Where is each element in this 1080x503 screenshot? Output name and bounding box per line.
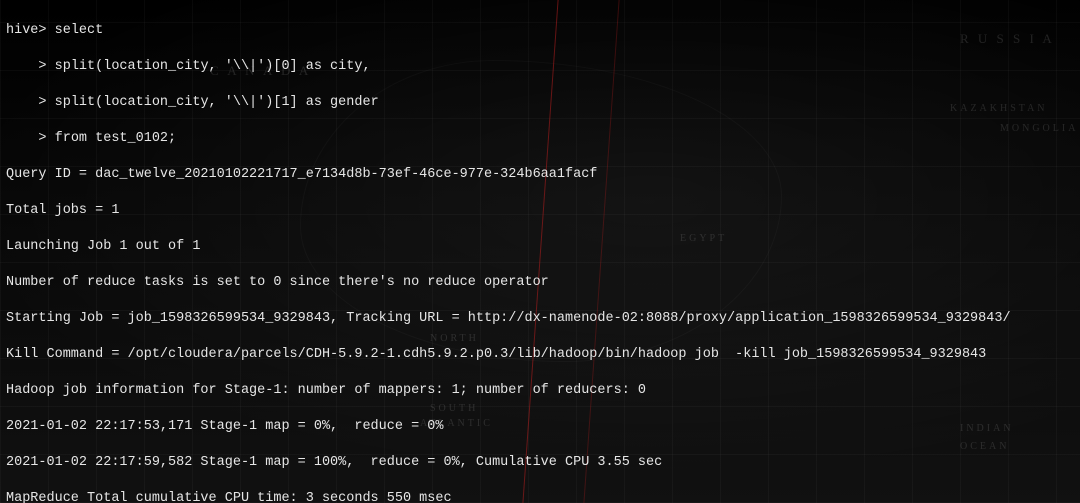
log-kill-command: Kill Command = /opt/cloudera/parcels/CDH… (6, 346, 1074, 364)
sql-text: split(location_city, '\\|')[0] as city, (47, 59, 371, 74)
log-mr-total: MapReduce Total cumulative CPU time: 3 s… (6, 490, 1074, 503)
sql-line-2: > split(location_city, '\\|')[0] as city… (6, 58, 1074, 76)
log-launching: Launching Job 1 out of 1 (6, 238, 1074, 256)
log-starting-job: Starting Job = job_1598326599534_9329843… (6, 310, 1074, 328)
log-total-jobs: Total jobs = 1 (6, 202, 1074, 220)
sql-text: select (47, 23, 104, 38)
sql-line-1: hive> select (6, 22, 1074, 40)
prompt: hive> (6, 23, 47, 38)
sql-line-4: > from test_0102; (6, 130, 1074, 148)
sql-text: split(location_city, '\\|')[1] as gender (47, 95, 379, 110)
log-query-id: Query ID = dac_twelve_20210102221717_e71… (6, 166, 1074, 184)
cont-prompt: > (6, 131, 47, 146)
sql-text: from test_0102; (47, 131, 177, 146)
log-progress-2: 2021-01-02 22:17:59,582 Stage-1 map = 10… (6, 454, 1074, 472)
cont-prompt: > (6, 95, 47, 110)
cont-prompt: > (6, 59, 47, 74)
terminal[interactable]: hive> select > split(location_city, '\\|… (0, 0, 1080, 503)
log-hadoop-info: Hadoop job information for Stage-1: numb… (6, 382, 1074, 400)
sql-line-3: > split(location_city, '\\|')[1] as gend… (6, 94, 1074, 112)
log-reduce-zero: Number of reduce tasks is set to 0 since… (6, 274, 1074, 292)
log-progress-1: 2021-01-02 22:17:53,171 Stage-1 map = 0%… (6, 418, 1074, 436)
